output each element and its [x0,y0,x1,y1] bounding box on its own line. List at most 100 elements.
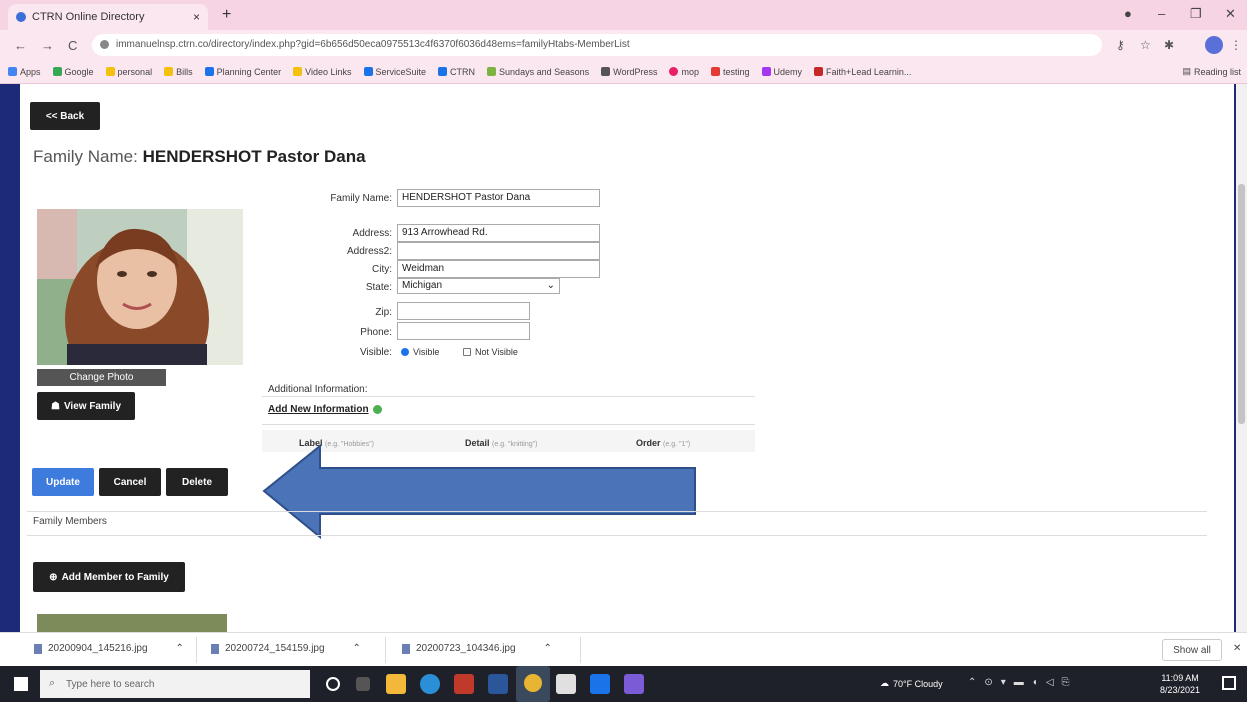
bookmark-item[interactable]: Faith+Lead Learnin... [814,67,911,77]
family-name-label: Family Name: [330,193,392,204]
change-photo-button[interactable]: Change Photo [37,369,166,386]
servicesuite-icon [363,67,373,76]
teams-icon[interactable] [624,674,644,694]
minimize-button[interactable]: – [1158,6,1165,21]
windows-start-icon[interactable] [14,677,28,691]
store-icon[interactable] [556,674,576,694]
word-icon[interactable] [488,674,508,694]
close-window-button[interactable]: ✕ [1225,6,1236,22]
plus-circle-icon: ⊕ [49,571,58,583]
delete-button[interactable]: Delete [166,468,228,496]
portrait-image [37,209,243,365]
view-family-button[interactable]: ☗ View Family [37,392,135,420]
powerpoint-icon[interactable] [454,674,474,694]
bookmark-item[interactable]: Bills [164,67,193,77]
bookmark-item[interactable]: Video Links [293,67,352,77]
browser-tab-strip: CTRN Online Directory × + ● – ❐ ✕ [0,0,1247,30]
not-visible-radio[interactable]: Not Visible [463,347,518,357]
notifications-icon[interactable] [1222,676,1236,690]
cancel-button[interactable]: Cancel [99,468,161,496]
family-name-field[interactable]: HENDERSHOT Pastor Dana [397,189,600,207]
address2-field[interactable] [397,242,600,260]
reload-icon[interactable]: C [68,38,77,53]
users-icon: ☗ [50,400,60,412]
chevron-up-icon[interactable]: ⌃ [176,643,184,654]
address-bar[interactable]: immanuelnsp.ctrn.co/directory/index.php?… [92,34,1102,56]
add-new-information-link[interactable]: Add New Information [268,404,382,415]
profile-avatar[interactable] [1205,36,1223,54]
update-button[interactable]: Update [32,468,94,496]
calendar-icon[interactable] [590,674,610,694]
state-label: State: [365,282,392,293]
member-photo-thumbnail[interactable] [37,614,227,632]
weather-widget[interactable]: ☁ 70°F Cloudy [880,678,943,689]
add-member-button[interactable]: ⊕ Add Member to Family [33,562,185,592]
city-field[interactable]: Weidman [397,260,600,278]
cloud-icon: ☁ [880,678,889,688]
visible-radio[interactable]: Visible [401,347,439,357]
testing-icon [711,67,720,76]
back-arrow-icon[interactable]: ← [14,38,27,53]
state-select[interactable]: Michigan ⌄ [397,278,560,294]
new-tab-button[interactable]: + [222,6,231,24]
image-file-icon [34,643,42,654]
bookmark-item[interactable]: testing [711,67,750,77]
mop-icon [669,67,679,76]
bookmark-item[interactable]: WordPress [601,67,657,77]
chevron-up-icon[interactable]: ⌃ [353,643,361,654]
visible-label: Visible: [359,347,392,358]
bookmark-label: Faith+Lead Learnin... [826,66,912,77]
star-icon[interactable]: ☆ [1140,38,1151,52]
taskbar-clock[interactable]: 11:09 AM 8/23/2021 [1160,672,1200,696]
download-item[interactable]: 20200724_154159.jpg ⌃ [211,643,361,654]
system-tray-icons[interactable]: ⌃⊙▾▬◖◁⎘ [968,677,1078,688]
bookmark-item[interactable]: Apps [8,67,41,77]
extensions-icon[interactable]: ✱ [1164,38,1174,52]
bookmark-label: testing [723,66,750,77]
browser-toolbar: ← → C immanuelnsp.ctrn.co/directory/inde… [0,30,1247,60]
chevron-up-icon[interactable]: ⌃ [544,643,552,654]
bookmark-item[interactable]: Sundays and Seasons [487,67,589,77]
scrollbar-thumb[interactable] [1238,184,1245,424]
bookmark-item[interactable]: CTRN [438,67,475,77]
tab-title: CTRN Online Directory [32,11,145,23]
zip-field[interactable] [397,302,530,320]
bookmark-label: mop [681,66,699,77]
edge-icon[interactable] [420,674,440,694]
bookmark-item[interactable]: mop [669,67,699,77]
reading-list[interactable]: ▤ Reading list [1182,66,1241,77]
back-button[interactable]: << Back [30,102,100,130]
download-filename: 20200724_154159.jpg [225,643,325,654]
radio-checked-icon [401,348,409,356]
show-all-button[interactable]: Show all [1162,639,1222,661]
restore-button[interactable]: ❐ [1190,6,1202,22]
taskbar-search[interactable]: ⌕ Type here to search [40,670,310,698]
bookmark-item[interactable]: personal [105,67,152,77]
task-view-icon[interactable] [356,677,370,691]
bookmark-item[interactable]: Google [52,66,94,77]
phone-label: Phone: [360,327,392,338]
forward-arrow-icon[interactable]: → [41,38,54,53]
divider [27,535,1207,536]
file-explorer-icon[interactable] [386,674,406,694]
bookmark-item[interactable]: Udemy [761,67,802,77]
browser-tab[interactable]: CTRN Online Directory × [8,4,208,30]
additional-info-label: Additional Information: [268,384,368,395]
close-downloads-icon[interactable]: ✕ [1233,643,1241,654]
bookmark-item[interactable]: ServiceSuite [363,67,426,77]
plus-circle-icon [372,405,382,414]
download-item[interactable]: 20200723_104346.jpg ⌃ [402,643,552,654]
add-member-label: Add Member to Family [61,571,169,583]
key-icon[interactable]: ⚷ [1116,38,1125,52]
planning-center-icon [204,67,214,76]
bookmark-item[interactable]: Planning Center [204,67,281,77]
download-item[interactable]: 20200904_145216.jpg ⌃ [34,643,184,654]
bookmark-label: Google [64,66,94,77]
cortana-icon[interactable] [326,677,340,691]
scrollbar[interactable] [1236,84,1247,632]
phone-field[interactable] [397,322,530,340]
tab-close-icon[interactable]: × [193,10,200,24]
address-field[interactable]: 913 Arrowhead Rd. [397,224,600,242]
menu-icon[interactable]: ⋮ [1230,38,1242,52]
chrome-icon[interactable] [516,666,550,702]
